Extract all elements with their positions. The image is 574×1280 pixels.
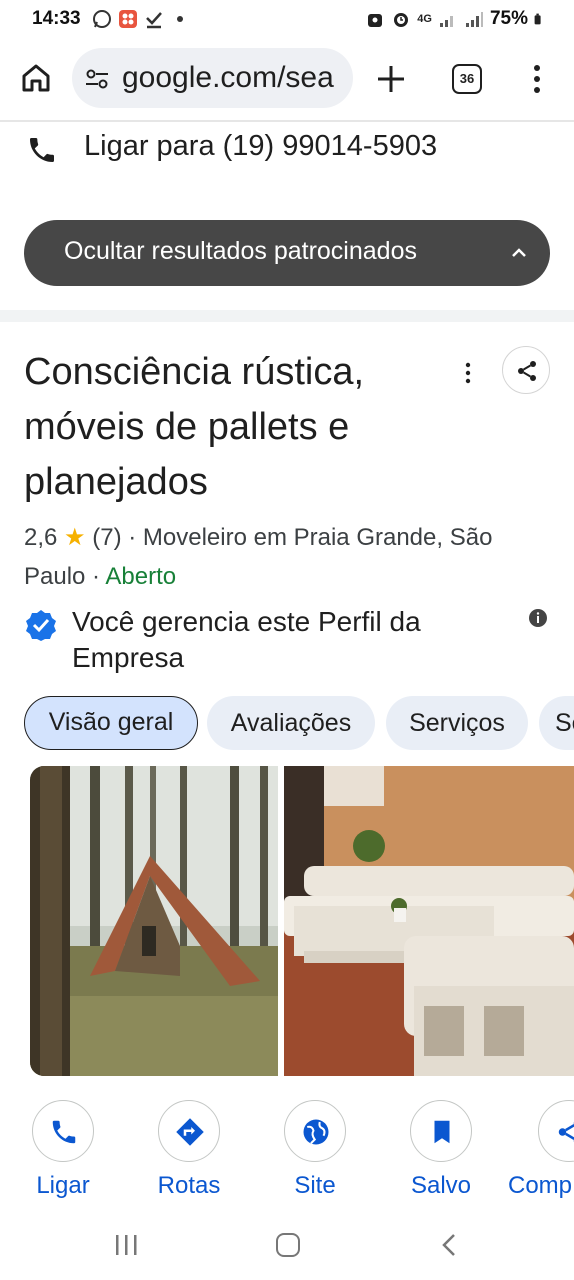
site-settings-icon[interactable] — [84, 66, 110, 92]
action-buttons: Ligar Rotas Site Salvo Comp — [0, 1098, 574, 1208]
battery-icon — [534, 13, 541, 25]
directions-action-circle[interactable] — [158, 1100, 220, 1162]
business-title: Consciência rústica, móveis de pallets e… — [24, 351, 365, 503]
phone-icon — [52, 1120, 76, 1144]
toolbar-divider — [0, 120, 574, 122]
hide-sponsored-button[interactable]: Ocultar resultados patrocinados — [24, 220, 550, 286]
pallet-furniture-image — [284, 766, 574, 1076]
lock-icon — [368, 14, 383, 27]
website-action-label[interactable]: Site — [260, 1172, 370, 1200]
share-icon — [518, 361, 536, 381]
tab-more[interactable]: Se — [539, 696, 574, 750]
photo-cabin[interactable] — [30, 766, 278, 1076]
call-action-button[interactable]: Ligar — [8, 1098, 118, 1208]
more-menu-icon[interactable] — [526, 62, 548, 96]
signal-icon — [465, 12, 483, 27]
tab-services[interactable]: Serviços — [386, 696, 528, 750]
open-status: Aberto — [105, 563, 177, 590]
info-icon[interactable] — [528, 608, 548, 628]
url-text[interactable]: google.com/sea — [122, 61, 334, 95]
saved-action-label[interactable]: Salvo — [386, 1172, 496, 1200]
saved-action-button[interactable]: Salvo — [386, 1098, 496, 1208]
section-divider — [0, 310, 574, 322]
call-action-circle[interactable] — [32, 1100, 94, 1162]
share-action-label[interactable]: Comp — [508, 1172, 574, 1200]
alarm-icon — [394, 13, 409, 27]
rating-value: 2,6 — [24, 524, 58, 551]
profile-tabs: Visão geral Avaliações Serviços Se — [24, 696, 574, 750]
verified-badge-icon — [26, 610, 56, 641]
share-button[interactable] — [502, 346, 550, 394]
home-nav-icon[interactable] — [276, 1233, 300, 1257]
phone-icon — [30, 138, 54, 162]
tab-switcher-button[interactable]: 36 — [452, 64, 482, 94]
call-action-label[interactable]: Ligar — [8, 1172, 118, 1200]
home-icon[interactable] — [18, 60, 54, 96]
check-icon — [146, 12, 162, 29]
hide-sponsored-label: Ocultar resultados patrocinados — [64, 237, 417, 265]
back-icon[interactable] — [440, 1232, 458, 1258]
chevron-up-icon — [512, 248, 526, 257]
recent-apps-icon[interactable] — [114, 1232, 138, 1258]
business-meta: 2,6 ★ (7) · Moveleiro em Praia Grande, S… — [24, 518, 554, 596]
share-action-circle[interactable] — [538, 1100, 574, 1162]
battery-percent: 75% — [489, 8, 528, 29]
notification-icons — [92, 9, 190, 29]
globe-icon — [303, 1119, 329, 1145]
address-bar[interactable]: google.com/sea — [72, 48, 353, 108]
call-link-row[interactable]: Ligar para (19) 99014-5903 — [0, 126, 574, 170]
directions-action-label[interactable]: Rotas — [134, 1172, 244, 1200]
dot-icon — [177, 16, 183, 22]
network-label: 4G — [417, 12, 432, 25]
review-count[interactable]: (7) — [92, 524, 121, 551]
call-label[interactable]: Ligar para (19) 99014-5903 — [84, 130, 437, 163]
star-icon: ★ — [64, 524, 86, 551]
status-bar: 14:33 4G 75% — [0, 0, 574, 40]
signal-icon — [439, 16, 453, 27]
saved-action-circle[interactable] — [410, 1100, 472, 1162]
tab-reviews[interactable]: Avaliações — [207, 696, 375, 750]
website-action-circle[interactable] — [284, 1100, 346, 1162]
verified-profile-text: Você gerencia este Perfil da Empresa — [72, 606, 421, 673]
more-options-icon[interactable] — [458, 360, 478, 386]
verified-profile-row: Você gerencia este Perfil da Empresa — [24, 604, 564, 676]
share-icon — [558, 1121, 574, 1143]
whatsapp-icon — [93, 10, 111, 28]
photo-pallet-furniture[interactable] — [284, 766, 574, 1076]
website-action-button[interactable]: Site — [260, 1098, 370, 1208]
cabin-image — [30, 766, 278, 1076]
new-tab-icon[interactable] — [372, 60, 410, 98]
bookmark-icon — [434, 1120, 450, 1144]
browser-toolbar: google.com/sea 36 — [0, 44, 574, 114]
system-icons: 4G 75% — [365, 8, 546, 30]
directions-icon — [176, 1118, 204, 1146]
system-nav-bar — [0, 1216, 574, 1280]
share-action-button[interactable]: Comp — [508, 1098, 574, 1208]
directions-action-button[interactable]: Rotas — [134, 1098, 244, 1208]
tab-overview[interactable]: Visão geral — [24, 696, 198, 750]
status-time: 14:33 — [32, 8, 81, 29]
app-icon — [119, 10, 137, 28]
